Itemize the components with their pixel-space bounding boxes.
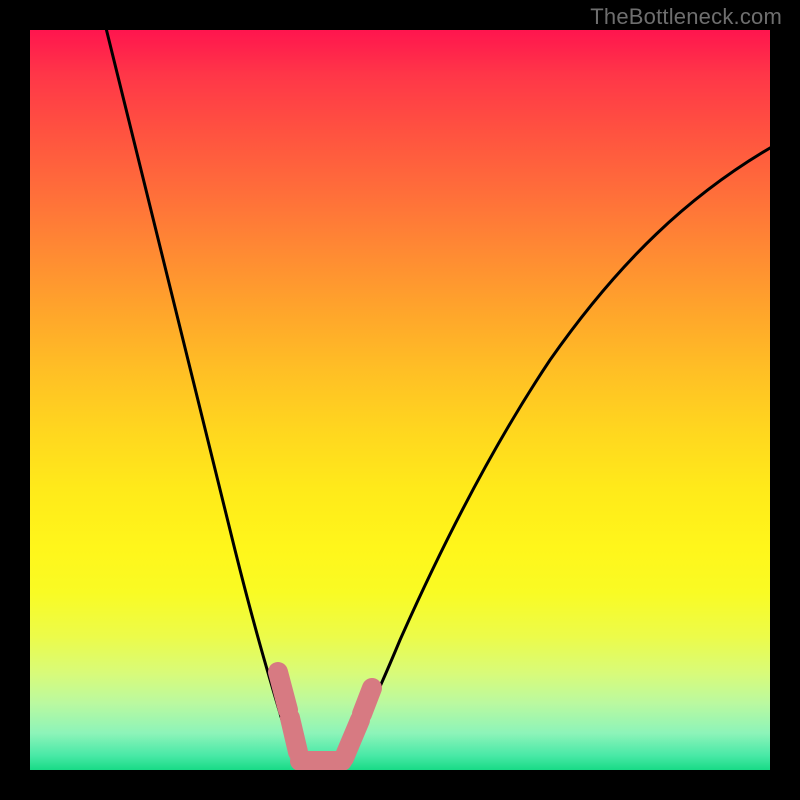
chart-frame: TheBottleneck.com [0,0,800,800]
plot-area [30,30,770,770]
curve-right-branch [342,148,770,762]
curve-svg [30,30,770,770]
highlight-right [344,688,372,758]
highlight-left [278,672,298,752]
curve-left-branch [104,30,298,764]
watermark-text: TheBottleneck.com [590,4,782,30]
